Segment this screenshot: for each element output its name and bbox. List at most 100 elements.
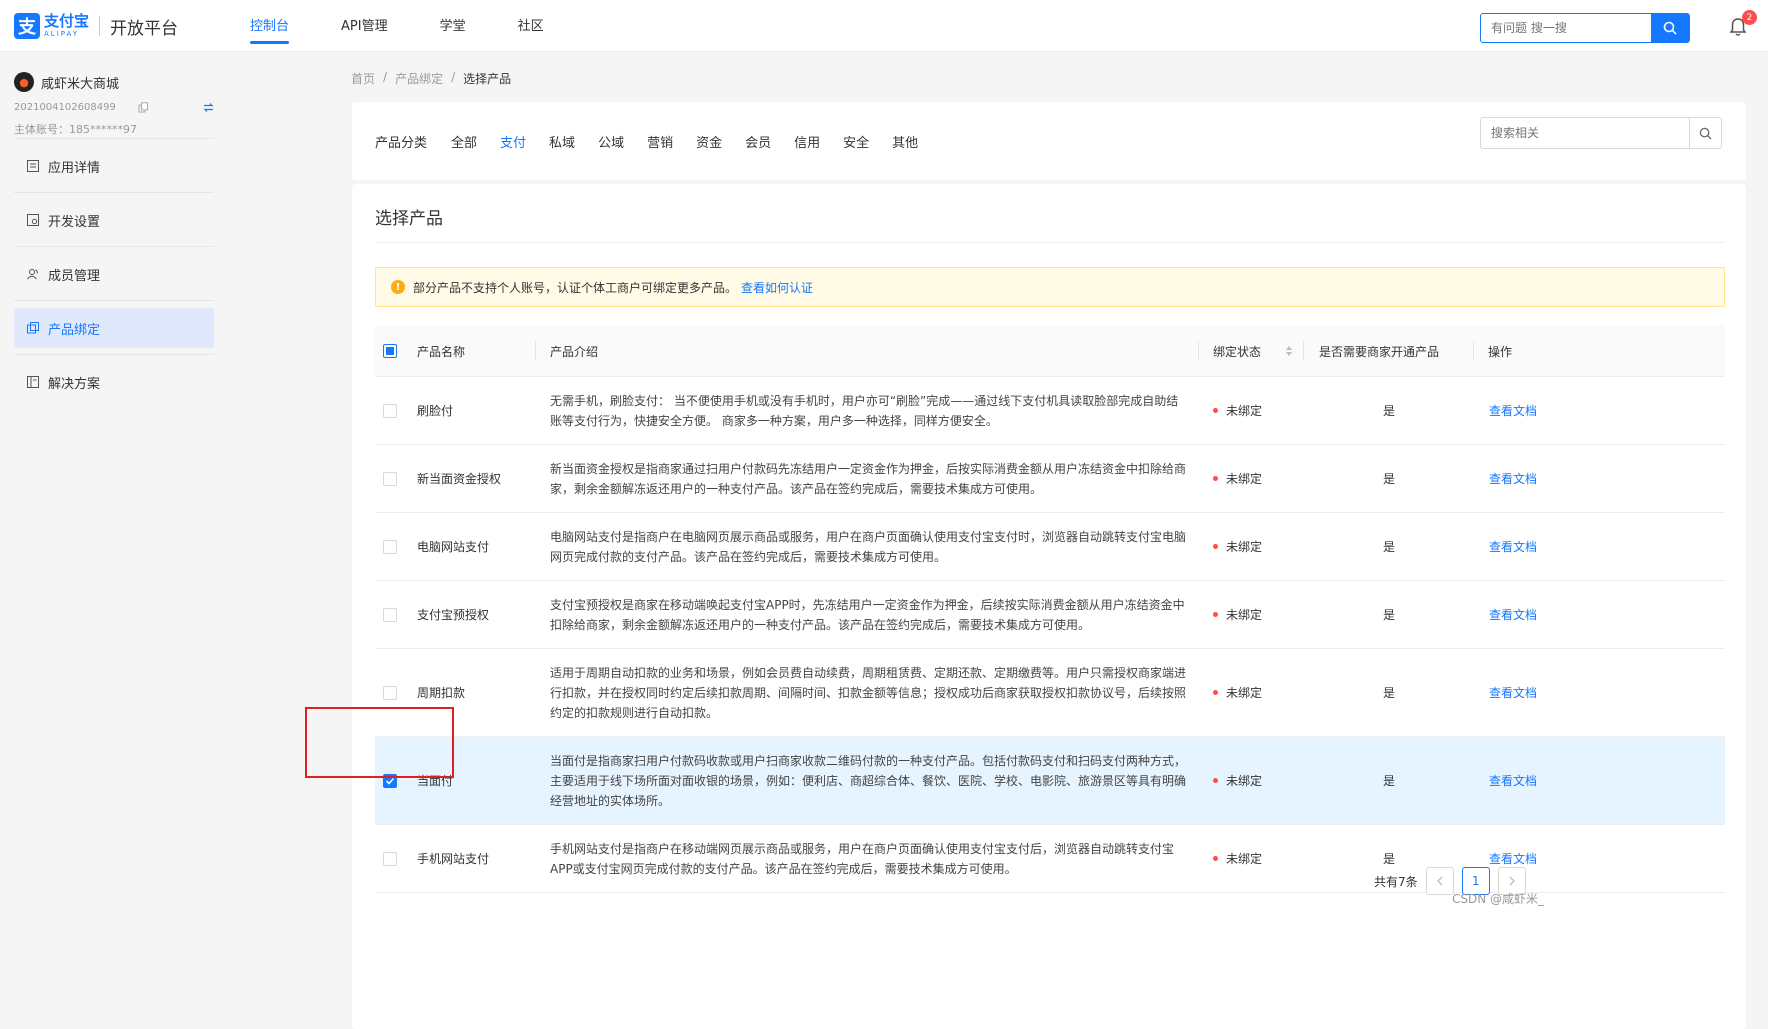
view-docs-link[interactable]: 查看文档 (1489, 684, 1537, 701)
view-docs-link[interactable]: 查看文档 (1489, 470, 1537, 487)
status-dot (1213, 690, 1218, 695)
status-badge: 未绑定 (1226, 774, 1263, 788)
sidebar-item-label: 应用详情 (48, 160, 101, 176)
header-status[interactable]: 绑定状态 (1213, 325, 1293, 377)
sidebar-item-dev-settings[interactable]: 开发设置 (14, 200, 214, 240)
category-funds[interactable]: 资金 (696, 132, 722, 151)
row-checkbox[interactable] (383, 539, 397, 554)
category-credit[interactable]: 信用 (794, 132, 820, 151)
copy-icon[interactable] (138, 102, 149, 113)
sidebar-item-product-bind[interactable]: 产品绑定 (14, 308, 214, 348)
product-intro: 当面付是指商家扫用户付款码收款或用户扫商家收款二维码付款的一种支付产品。包括付款… (550, 753, 1187, 808)
main-nav: 控制台 API管理 学堂 社区 (250, 0, 596, 52)
sidebar-item-app-detail[interactable]: 应用详情 (14, 146, 214, 186)
row-checkbox[interactable] (383, 607, 397, 622)
dev-settings-icon (27, 214, 39, 226)
annotation-highlight-box (305, 707, 454, 778)
product-name: 电脑网站支付 (417, 540, 490, 554)
warning-icon: ! (391, 280, 405, 294)
status-dot (1213, 476, 1218, 481)
status-dot (1213, 778, 1218, 783)
view-docs-link[interactable]: 查看文档 (1489, 538, 1537, 555)
product-name: 新当面资金授权 (417, 472, 502, 486)
category-all[interactable]: 全部 (451, 132, 477, 151)
product-intro: 支付宝预授权是商家在移动端唤起支付宝APP时，先冻结用户一定资金作为押金，后续按… (550, 597, 1185, 632)
nav-api-management[interactable]: API管理 (341, 0, 388, 52)
sidebar-item-members[interactable]: 成员管理 (14, 254, 214, 294)
status-badge: 未绑定 (1226, 686, 1263, 700)
need-merchant-value: 是 (1383, 540, 1396, 554)
sidebar-item-label: 解决方案 (48, 376, 101, 392)
view-docs-link[interactable]: 查看文档 (1489, 606, 1537, 623)
global-search (1480, 13, 1690, 43)
status-badge: 未绑定 (1226, 472, 1263, 486)
status-badge: 未绑定 (1226, 852, 1263, 866)
need-merchant-value: 是 (1383, 774, 1396, 788)
product-table: 产品名称 产品介绍 绑定状态 是否需要商家开通产品 操作 刷脸付 无需手机，刷脸… (375, 325, 1725, 893)
product-search-button[interactable] (1689, 118, 1721, 148)
nav-academy[interactable]: 学堂 (440, 0, 466, 52)
product-intro: 适用于周期自动扣款的业务和场景，例如会员费自动续费，周期租赁费、定期还款、定期缴… (550, 665, 1187, 720)
header-intro: 产品介绍 (550, 344, 599, 359)
product-intro: 无需手机，刷脸支付： 当不便使用手机或没有手机时，用户亦可“刷脸”完成——通过线… (550, 393, 1179, 428)
sidebar-divider (14, 192, 214, 193)
alipay-logo[interactable]: 支 支付宝 ALIPAY 开放平台 (14, 13, 178, 39)
table-row[interactable]: 电脑网站支付 电脑网站支付是指商户在电脑网页展示商品或服务，用户在商户页面确认使… (375, 513, 1725, 581)
app-id: 2021004102608499 (14, 102, 116, 113)
need-merchant-value: 是 (1383, 686, 1396, 700)
view-docs-link[interactable]: 查看文档 (1489, 402, 1537, 419)
chevron-left-icon (1436, 876, 1443, 886)
category-public-domain[interactable]: 公域 (598, 132, 624, 151)
switch-icon[interactable] (203, 102, 214, 113)
breadcrumb-product-bind[interactable]: 产品绑定 (395, 70, 443, 87)
product-search-input[interactable] (1481, 118, 1689, 148)
nav-console[interactable]: 控制台 (250, 0, 290, 52)
category-marketing[interactable]: 营销 (647, 132, 673, 151)
row-checkbox[interactable] (383, 685, 397, 700)
breadcrumb-separator: / (451, 70, 456, 84)
alert-text: 部分产品不支持个人账号，认证个体工商户可绑定更多产品。 (413, 280, 738, 295)
prev-page-button[interactable] (1425, 867, 1454, 895)
category-security[interactable]: 安全 (843, 132, 869, 151)
table-row-selected[interactable]: 当面付 当面付是指商家扫用户付款码收款或用户扫商家收款二维码付款的一种支付产品。… (375, 737, 1725, 825)
main-account: 主体账号：185******97 (14, 123, 137, 136)
global-search-input[interactable] (1481, 14, 1651, 42)
row-checkbox[interactable] (383, 403, 397, 418)
csdn-watermark: CSDN @咸虾米_ (1452, 892, 1545, 906)
table-row[interactable]: 新当面资金授权 新当面资金授权是指商家通过扫用户付款码先冻结用户一定资金作为押金… (375, 445, 1725, 513)
nav-community[interactable]: 社区 (518, 0, 544, 52)
need-merchant-value: 是 (1383, 404, 1396, 418)
category-private-domain[interactable]: 私域 (549, 132, 575, 151)
sidebar-divider (14, 246, 214, 247)
product-name: 刷脸付 (417, 404, 454, 418)
row-checkbox[interactable] (383, 851, 397, 866)
breadcrumb-current: 选择产品 (463, 72, 512, 86)
view-docs-link[interactable]: 查看文档 (1489, 772, 1537, 789)
breadcrumb-separator: / (383, 70, 388, 84)
table-row[interactable]: 刷脸付 无需手机，刷脸支付： 当不便使用手机或没有手机时，用户亦可“刷脸”完成—… (375, 377, 1725, 445)
category-payment[interactable]: 支付 (500, 132, 526, 151)
row-checkbox[interactable] (383, 471, 397, 486)
notice-alert: ! 部分产品不支持个人账号，认证个体工商户可绑定更多产品。 查看如何认证 (375, 267, 1725, 307)
sidebar-item-solution[interactable]: 解决方案 (14, 362, 214, 402)
header-action: 操作 (1488, 344, 1513, 359)
sidebar: ● 咸虾米大商城 2021004102608499 主体账号：185******… (0, 52, 230, 1029)
category-other[interactable]: 其他 (892, 132, 918, 151)
solution-icon (27, 376, 39, 388)
breadcrumb: 首页 / 产品绑定 / 选择产品 (351, 70, 519, 87)
table-row[interactable]: 支付宝预授权 支付宝预授权是商家在移动端唤起支付宝APP时，先冻结用户一定资金作… (375, 581, 1725, 649)
breadcrumb-home[interactable]: 首页 (351, 70, 375, 87)
view-docs-link[interactable]: 查看文档 (1489, 850, 1537, 867)
sort-icon[interactable] (1285, 345, 1293, 357)
select-all-checkbox[interactable] (383, 344, 397, 358)
members-icon (27, 269, 38, 280)
chevron-right-icon (1509, 876, 1515, 886)
category-membership[interactable]: 会员 (745, 132, 771, 151)
global-search-button[interactable] (1651, 14, 1689, 42)
logo-cn-text: 支付宝 (44, 12, 90, 30)
table-row[interactable]: 周期扣款 适用于周期自动扣款的业务和场景，例如会员费自动续费，周期租赁费、定期还… (375, 649, 1725, 737)
status-dot (1213, 856, 1218, 861)
product-name: 支付宝预授权 (417, 608, 490, 622)
alert-link[interactable]: 查看如何认证 (741, 279, 813, 296)
account-info: ● 咸虾米大商城 2021004102608499 主体账号：185******… (14, 72, 214, 137)
